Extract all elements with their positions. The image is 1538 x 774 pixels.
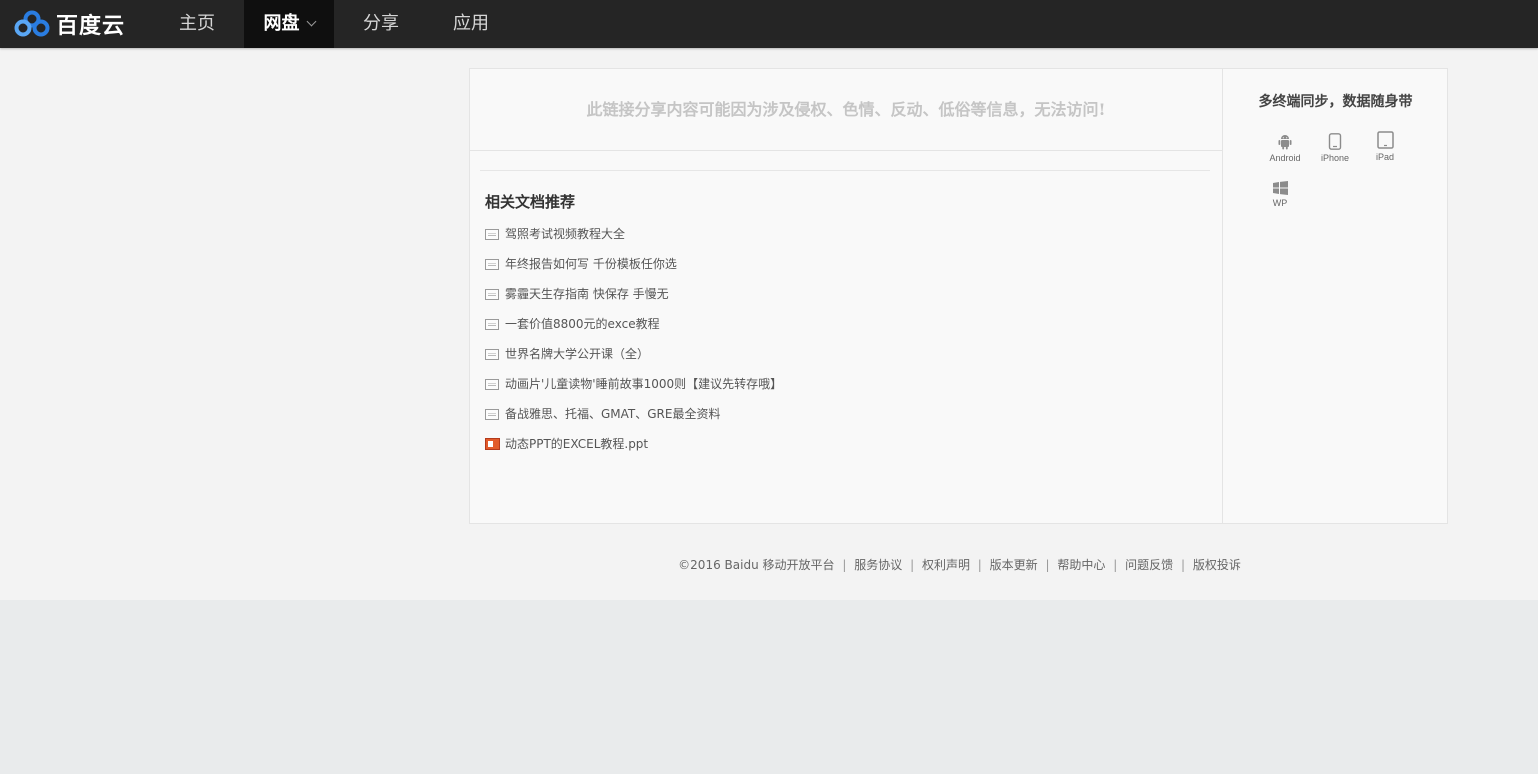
footer-link-rights-statement[interactable]: 权利声明 xyxy=(922,558,970,572)
access-denied-notice: 此链接分享内容可能因为涉及侵权、色情、反动、低俗等信息，无法访问! xyxy=(470,69,1222,151)
list-item[interactable]: 备战雅思、托福、GMAT、GRE最全资料 xyxy=(485,406,782,436)
list-item-label: 动画片'儿童读物'睡前故事1000则【建议先转存哦】 xyxy=(505,377,783,391)
device-wp[interactable]: WP xyxy=(1255,181,1305,208)
list-item[interactable]: 动画片'儿童读物'睡前故事1000则【建议先转存哦】 xyxy=(485,376,782,406)
device-label: iPad xyxy=(1375,152,1394,162)
list-item[interactable]: 驾照考试视频教程大全 xyxy=(485,226,782,256)
device-iphone[interactable]: iPhone xyxy=(1310,133,1360,163)
cloud-rings-icon xyxy=(14,10,50,37)
footer-separator: | xyxy=(842,558,847,572)
device-android[interactable]: Android xyxy=(1260,133,1310,163)
footer-separator: | xyxy=(1180,558,1185,572)
share-content-card: 此链接分享内容可能因为涉及侵权、色情、反动、低俗等信息，无法访问! 相关文档推荐… xyxy=(469,68,1448,524)
document-icon xyxy=(485,409,499,420)
footer-separator: | xyxy=(1045,558,1050,572)
footer-link-open-platform[interactable]: 移动开放平台 xyxy=(763,558,835,572)
list-item-label: 动态PPT的EXCEL教程.ppt xyxy=(505,437,649,451)
sync-title: 多终端同步，数据随身带 xyxy=(1258,94,1413,110)
footer-link-feedback[interactable]: 问题反馈 xyxy=(1125,558,1173,572)
device-label: Android xyxy=(1269,153,1301,163)
list-item-label: 备战雅思、托福、GMAT、GRE最全资料 xyxy=(505,407,721,421)
list-item[interactable]: 动态PPT的EXCEL教程.ppt xyxy=(485,436,782,466)
chevron-down-icon xyxy=(306,16,316,27)
recommendations-list: 驾照考试视频教程大全 年终报告如何写 千份模板任你选 雾霾天生存指南 快保存 手… xyxy=(485,226,782,466)
footer-separator: | xyxy=(910,558,915,572)
nav-netdisk-label: 网盘 xyxy=(263,13,300,34)
copyright-text: ©2016 Baidu xyxy=(678,558,759,572)
page-footer: ©2016 Baidu 移动开放平台 | 服务协议 | 权利声明 | 版本更新 … xyxy=(470,556,1449,573)
document-icon xyxy=(485,259,499,270)
footer-link-help-center[interactable]: 帮助中心 xyxy=(1057,558,1105,572)
device-label: WP xyxy=(1272,198,1288,208)
list-item[interactable]: 一套价值8800元的exce教程 xyxy=(485,316,782,346)
list-item-label: 一套价值8800元的exce教程 xyxy=(505,317,660,331)
nav-netdisk[interactable]: 网盘 xyxy=(244,0,334,48)
footer-separator: | xyxy=(977,558,982,572)
list-item[interactable]: 年终报告如何写 千份模板任你选 xyxy=(485,256,782,286)
list-item-label: 年终报告如何写 千份模板任你选 xyxy=(505,257,677,271)
ppt-file-icon xyxy=(485,438,500,450)
iphone-icon xyxy=(1328,133,1342,150)
document-icon xyxy=(485,349,499,360)
android-icon xyxy=(1278,135,1292,150)
device-ipad[interactable]: iPad xyxy=(1360,131,1410,162)
footer-link-version-update[interactable]: 版本更新 xyxy=(990,558,1038,572)
windows-icon xyxy=(1272,181,1288,195)
nav-share-label: 分享 xyxy=(363,13,399,34)
baidu-cloud-logo[interactable]: 百度云 xyxy=(14,8,125,40)
nav-apps[interactable]: 应用 xyxy=(426,0,516,48)
nav-home-label: 主页 xyxy=(179,13,215,34)
footer-separator: | xyxy=(1113,558,1118,572)
main-column: 此链接分享内容可能因为涉及侵权、色情、反动、低俗等信息，无法访问! 相关文档推荐… xyxy=(470,69,1222,523)
list-item-label: 世界名牌大学公开课（全） xyxy=(505,347,650,361)
device-label: iPhone xyxy=(1320,153,1350,163)
list-item-label: 驾照考试视频教程大全 xyxy=(505,227,626,241)
footer-link-service-agreement[interactable]: 服务协议 xyxy=(854,558,902,572)
document-icon xyxy=(485,319,499,330)
ipad-icon xyxy=(1376,131,1394,149)
document-icon xyxy=(485,229,499,240)
list-item[interactable]: 世界名牌大学公开课（全） xyxy=(485,346,782,376)
device-sync-panel: 多终端同步，数据随身带 Android iPhone iPad WP xyxy=(1222,69,1448,523)
document-icon xyxy=(485,289,499,300)
recommendations-title: 相关文档推荐 xyxy=(485,193,576,211)
nav-share[interactable]: 分享 xyxy=(336,0,426,48)
nav-home[interactable]: 主页 xyxy=(152,0,242,48)
nav-apps-label: 应用 xyxy=(453,13,489,34)
list-item-label: 雾霾天生存指南 快保存 手慢无 xyxy=(505,287,669,301)
footer-link-copyright-complaint[interactable]: 版权投诉 xyxy=(1193,558,1241,572)
divider xyxy=(480,170,1210,171)
top-navigation-bar: 百度云 主页 网盘 分享 应用 xyxy=(0,0,1538,48)
brand-name: 百度云 xyxy=(56,14,126,39)
list-item[interactable]: 雾霾天生存指南 快保存 手慢无 xyxy=(485,286,782,316)
document-icon xyxy=(485,379,499,390)
